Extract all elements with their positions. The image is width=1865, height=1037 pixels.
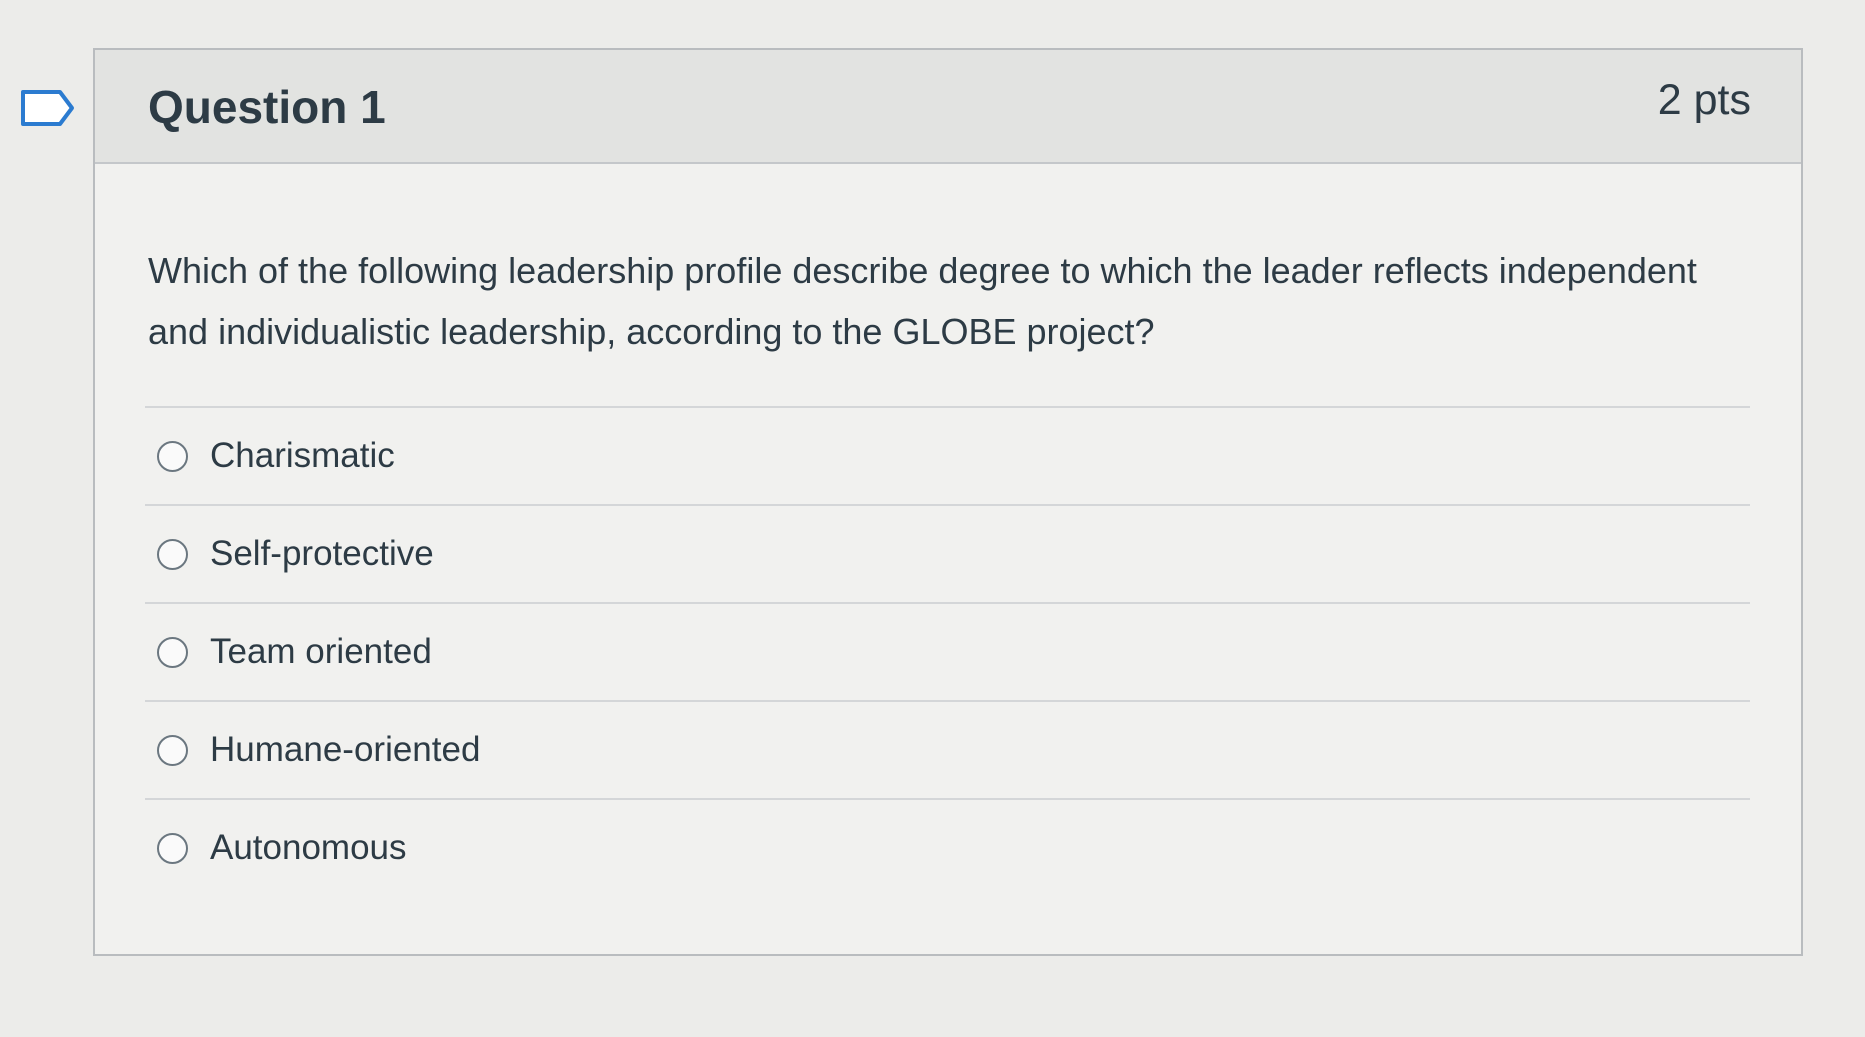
radio-button[interactable] [157,538,188,570]
question-header: Question 1 2 pts [95,50,1801,164]
question-points: 2 pts [1657,76,1751,124]
answer-list: Charismatic Self-protective Team oriente… [145,406,1750,896]
radio-button[interactable] [157,636,188,668]
answer-option-self-protective[interactable]: Self-protective [145,504,1750,602]
answer-option-humane-oriented[interactable]: Humane-oriented [145,700,1750,798]
answer-label: Self-protective [210,534,434,573]
radio-button[interactable] [157,734,188,766]
answer-label: Humane-oriented [210,730,481,769]
answer-label: Autonomous [210,828,407,867]
radio-button[interactable] [157,440,188,472]
answer-option-team-oriented[interactable]: Team oriented [145,602,1750,700]
answer-label: Team oriented [210,632,432,671]
answer-option-charismatic[interactable]: Charismatic [145,406,1750,504]
answer-option-autonomous[interactable]: Autonomous [145,798,1750,896]
flag-question-icon[interactable] [20,88,76,128]
question-card: Question 1 2 pts Which of the following … [93,48,1803,956]
question-text: Which of the following leadership profil… [148,250,1697,352]
radio-button[interactable] [157,832,188,864]
question-title: Question 1 [148,81,386,133]
answer-label: Charismatic [210,436,395,475]
